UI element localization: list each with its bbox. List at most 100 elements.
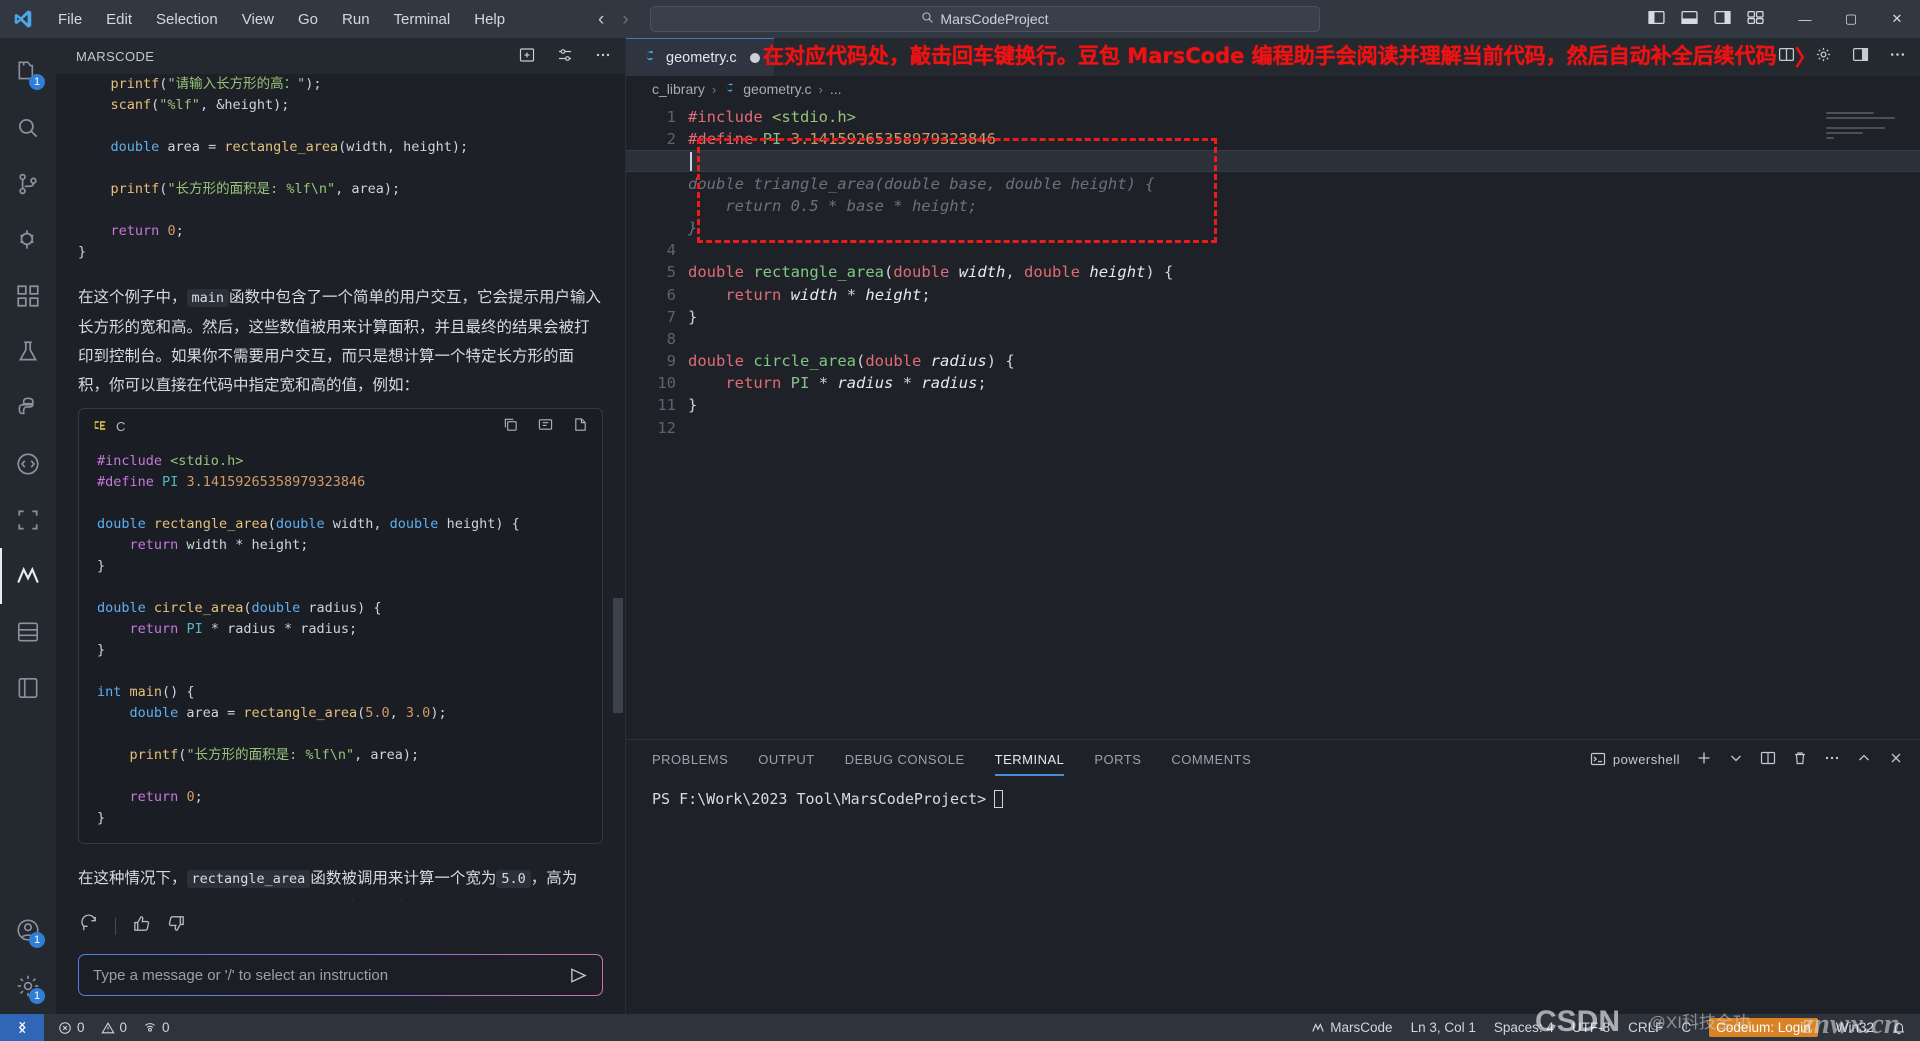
line-number: 5 (666, 263, 676, 282)
vscode-logo-icon (0, 8, 46, 30)
sidebar-item-python[interactable] (0, 380, 56, 436)
maximize-panel-icon[interactable] (1856, 750, 1872, 769)
thumbs-down-icon[interactable] (167, 914, 186, 938)
tab-geometry-c[interactable]: geometry.c (626, 38, 774, 76)
tab-ports[interactable]: PORTS (1094, 743, 1141, 776)
code-card-header: C (79, 409, 602, 443)
breadcrumb-file[interactable]: geometry.c (743, 81, 811, 97)
menu-selection[interactable]: Selection (144, 7, 230, 32)
sidebar-item-source-control[interactable] (0, 156, 56, 212)
split-terminal-icon[interactable] (1760, 750, 1776, 769)
sidebar-item-code-tools[interactable] (0, 436, 56, 492)
remote-window-icon[interactable] (0, 1014, 44, 1041)
status-indentation[interactable]: Spaces: 4 (1494, 1020, 1554, 1035)
activity-bar: 1 1 1 (0, 38, 56, 1014)
menu-run[interactable]: Run (330, 7, 382, 32)
chat-scrollbar[interactable] (613, 598, 623, 713)
code-editor[interactable]: 1 2 3 4 5 6 7 8 9 10 11 12 (626, 102, 1920, 739)
sidebar-item-extensions[interactable] (0, 268, 56, 324)
menu-view[interactable]: View (230, 7, 286, 32)
sidebar-item-search[interactable] (0, 100, 56, 156)
manage-settings-button[interactable]: 1 (0, 958, 56, 1014)
tab-debug-console[interactable]: DEBUG CONSOLE (845, 743, 965, 776)
inline-code-rectangle-area: rectangle_area (186, 870, 311, 888)
customize-layout-icon[interactable] (1747, 9, 1764, 30)
breadcrumb-symbols[interactable]: ... (830, 81, 842, 97)
sidebar-item-run-and-debug[interactable] (0, 212, 56, 268)
tab-output[interactable]: OUTPUT (758, 743, 814, 776)
window-maximize-button[interactable]: ▢ (1828, 0, 1874, 38)
toggle-secondary-sidebar-icon[interactable] (1714, 9, 1731, 30)
menu-edit[interactable]: Edit (94, 7, 144, 32)
accounts-button[interactable]: 1 (0, 902, 56, 958)
sidebar-item-explorer[interactable]: 1 (0, 44, 56, 100)
kill-terminal-icon[interactable] (1792, 750, 1808, 769)
status-marscode[interactable]: MarsCode (1311, 1020, 1393, 1035)
thumbs-up-icon[interactable] (132, 914, 151, 938)
new-terminal-icon[interactable] (1696, 750, 1712, 769)
more-actions-icon[interactable] (595, 47, 611, 66)
more-actions-icon[interactable] (1889, 46, 1906, 68)
status-warnings[interactable]: 0 (100, 1020, 127, 1035)
chat-scroll-area[interactable]: printf("请输入长方形的高："); scanf("%lf", &heigh… (56, 74, 625, 900)
line-number: 1 (666, 108, 676, 126)
settings-gear-icon[interactable] (1815, 46, 1832, 68)
tab-terminal[interactable]: TERMINAL (994, 743, 1065, 776)
close-panel-icon[interactable] (1888, 750, 1904, 769)
editor-content: 1 2 3 4 5 6 7 8 9 10 11 12 (626, 102, 1920, 439)
sidebar-item-testing[interactable] (0, 324, 56, 380)
code-card-language: C (116, 418, 126, 434)
text-caret (690, 152, 692, 171)
code-line-2: #define PI 3.14159265358979323846 (688, 130, 996, 149)
toggle-panel-icon[interactable] (1681, 9, 1698, 30)
settings-sliders-icon[interactable] (557, 47, 573, 66)
toggle-primary-sidebar-icon[interactable] (1648, 9, 1665, 30)
chat-composer[interactable] (78, 954, 603, 996)
code-line-7: } (688, 307, 698, 326)
insert-at-cursor-icon[interactable] (538, 417, 553, 435)
breadcrumb-folder[interactable]: c_library (652, 81, 705, 97)
status-cursor-position[interactable]: Ln 3, Col 1 (1411, 1020, 1476, 1035)
menu-go[interactable]: Go (286, 7, 330, 32)
regenerate-icon[interactable] (80, 914, 99, 938)
command-center-label: MarsCodeProject (940, 11, 1049, 27)
c-file-icon (642, 48, 657, 67)
send-icon[interactable] (569, 966, 588, 985)
status-language-mode[interactable]: C (1681, 1020, 1691, 1035)
tab-comments[interactable]: COMMENTS (1171, 743, 1251, 776)
terminal-shell-selector[interactable]: powershell (1590, 751, 1680, 767)
terminal-output[interactable]: PS F:\Work\2023 Tool\MarsCodeProject> (626, 778, 1920, 1014)
window-minimize-button[interactable]: — (1782, 0, 1828, 38)
tab-problems[interactable]: PROBLEMS (652, 743, 728, 776)
menu-terminal[interactable]: Terminal (382, 7, 463, 32)
panel-actions: powershell (1590, 750, 1920, 769)
sidebar-item-marscode[interactable] (0, 548, 56, 604)
status-eol[interactable]: CRLF (1628, 1020, 1663, 1035)
window-close-button[interactable]: ✕ (1874, 0, 1920, 38)
new-chat-icon[interactable] (519, 47, 535, 66)
editor-minimap[interactable] (1826, 112, 1904, 152)
status-errors[interactable]: 0 (58, 1020, 85, 1035)
code-line-11: } (688, 396, 698, 415)
status-platform[interactable]: Win32 (1836, 1020, 1874, 1035)
sidebar-item-remote-explorer[interactable] (0, 492, 56, 548)
menu-file[interactable]: File (46, 7, 94, 32)
toggle-layout-icon[interactable] (1852, 46, 1869, 68)
go-forward-icon[interactable]: › (622, 10, 628, 29)
sidebar-item-database[interactable] (0, 604, 56, 660)
status-encoding[interactable]: UTF-8 (1572, 1020, 1610, 1035)
copy-icon[interactable] (503, 417, 518, 435)
status-codeium-login[interactable]: Codeium: Login (1709, 1018, 1818, 1037)
code-line-6: return width * height; (725, 285, 931, 304)
more-actions-icon[interactable] (1824, 750, 1840, 769)
chevron-down-icon[interactable] (1728, 750, 1744, 769)
notifications-bell-icon[interactable] (1892, 1021, 1906, 1035)
status-ports[interactable]: 0 (143, 1020, 170, 1035)
new-file-icon[interactable] (573, 417, 588, 435)
command-center[interactable]: MarsCodeProject (650, 6, 1320, 32)
split-editor-right-icon[interactable] (1778, 46, 1795, 68)
sidebar-item-bookmarks[interactable] (0, 660, 56, 716)
go-back-icon[interactable]: ‹ (598, 10, 604, 29)
chat-input[interactable] (93, 966, 569, 984)
menu-help[interactable]: Help (462, 7, 517, 32)
